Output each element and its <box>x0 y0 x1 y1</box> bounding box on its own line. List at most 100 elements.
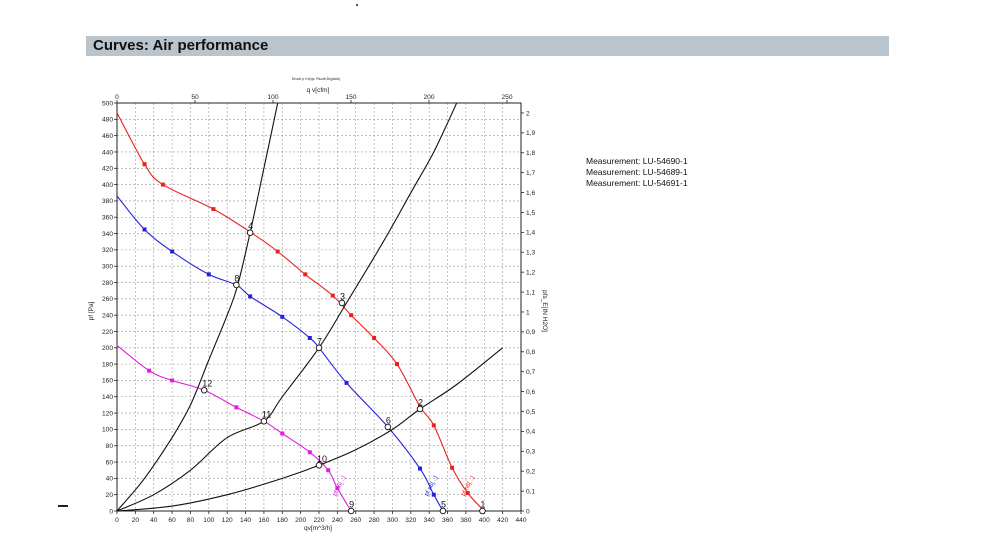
operating-point-label: 4 <box>248 221 253 231</box>
x-tick-label: 340 <box>424 517 435 524</box>
top-tick-label: 50 <box>191 94 199 101</box>
series-line-2 <box>116 195 444 512</box>
right-tick-label: 1,6 <box>526 190 535 197</box>
right-tick-label: 1,5 <box>526 210 535 217</box>
top-tick-label: 200 <box>423 94 434 101</box>
right-tick-label: 0,3 <box>526 449 535 456</box>
series-line-3 <box>116 344 352 512</box>
y-tick-label: 460 <box>102 133 113 140</box>
right-tick-label: 1,8 <box>526 150 535 157</box>
y-tick-label: 80 <box>106 443 114 450</box>
y-tick-label: 20 <box>106 492 114 499</box>
right-tick-label: 1,3 <box>526 250 535 257</box>
x-tick-label: 380 <box>460 517 471 524</box>
y-tick-label: 100 <box>102 427 113 434</box>
right-tick-label: 0 <box>526 508 530 515</box>
y-tick-label: 160 <box>102 378 113 385</box>
x-tick-label: 40 <box>150 517 158 524</box>
y-tick-label: 120 <box>102 410 113 417</box>
y-tick-label: 480 <box>102 117 113 124</box>
x-tick-label: 180 <box>277 517 288 524</box>
right-tick-label: 0,2 <box>526 468 535 475</box>
y-tick-label: 360 <box>102 215 113 222</box>
y-tick-label: 280 <box>102 280 113 287</box>
right-tick-label: 1,9 <box>526 130 535 137</box>
top-axis-label: q v[cfm] <box>307 87 330 94</box>
y-tick-label: 60 <box>106 459 114 466</box>
operating-point-label: 9 <box>349 500 354 510</box>
right-tick-label: 2 <box>526 110 530 117</box>
x-tick-label: 400 <box>479 517 490 524</box>
y-tick-label: 0 <box>109 508 113 515</box>
series-marker-2 <box>307 336 312 341</box>
x-tick-label: 0 <box>115 517 119 524</box>
series-marker-3 <box>280 431 285 436</box>
series-marker-1 <box>395 362 400 367</box>
y-tick-label: 200 <box>102 345 113 352</box>
operating-point-label: 11 <box>262 410 271 420</box>
x-tick-label: 200 <box>295 517 306 524</box>
chart-title: Druck p f=f(qv; Rsorti,Drgdvsl) <box>292 77 340 81</box>
x-tick-label: 360 <box>442 517 453 524</box>
series-marker-2 <box>170 249 175 254</box>
series-marker-1 <box>160 182 165 187</box>
x-tick-label: 20 <box>132 517 140 524</box>
right-tick-label: 0,8 <box>526 349 535 356</box>
x-tick-label: 100 <box>203 517 214 524</box>
y-tick-label: 320 <box>102 247 113 254</box>
x-tick-label: 120 <box>222 517 233 524</box>
top-tick-label: 150 <box>345 94 356 101</box>
series-marker-2 <box>248 294 253 299</box>
series-line-4 <box>116 102 279 512</box>
x-tick-label: 80 <box>187 517 195 524</box>
series-marker-3 <box>307 450 312 455</box>
y-tick-label: 40 <box>106 476 114 483</box>
y-axis-label: pf [Pa] <box>88 301 95 320</box>
operating-point-label: 8 <box>234 273 239 283</box>
y-tick-label: 260 <box>102 296 113 303</box>
series-marker-2 <box>431 492 436 497</box>
right-axis-label: pfs_E[IN H2O] <box>541 290 548 332</box>
series-marker-3 <box>234 405 239 410</box>
x-tick-label: 160 <box>258 517 269 524</box>
operating-point-label: 10 <box>317 454 327 464</box>
y-tick-label: 300 <box>102 264 113 271</box>
y-tick-label: 500 <box>102 100 113 107</box>
air-performance-chart: 0 20 40 60 80 100 120 140 160 180 200 220 240 260 280 3… <box>88 77 548 532</box>
right-tick-label: 1,1 <box>526 289 535 296</box>
operating-point-label: 3 <box>340 291 345 301</box>
series-marker-2 <box>206 272 211 277</box>
operating-point-label: 6 <box>386 415 391 425</box>
series-marker-3 <box>147 368 152 373</box>
y-tick-label: 240 <box>102 312 113 319</box>
x-axis-label: qv[m^3/h] <box>304 525 332 532</box>
x-tick-label: 140 <box>240 517 251 524</box>
series-marker-2 <box>142 227 147 232</box>
series-marker-3 <box>170 378 175 383</box>
x-tick-label: 280 <box>369 517 380 524</box>
x-tick-label: 60 <box>168 517 176 524</box>
series-marker-3 <box>326 468 331 473</box>
operating-point-label: 1 <box>480 500 485 510</box>
operating-point-label: 7 <box>317 336 322 346</box>
right-tick-label: 1,7 <box>526 170 535 177</box>
top-tick-label: 250 <box>501 94 512 101</box>
top-tick-label: 0 <box>115 94 119 101</box>
right-tick-label: 1,4 <box>526 230 535 237</box>
x-tick-label: 260 <box>350 517 361 524</box>
series-marker-1 <box>275 249 280 254</box>
y-tick-label: 420 <box>102 166 113 173</box>
series-marker-1 <box>303 272 308 277</box>
x-tick-label: 220 <box>313 517 324 524</box>
right-tick-label: 0,1 <box>526 488 535 495</box>
operating-point-label: 5 <box>441 500 446 510</box>
right-tick-label: 0,4 <box>526 429 535 436</box>
series-marker-2 <box>418 466 422 471</box>
operating-point-label: 12 <box>202 379 212 389</box>
y-tick-label: 220 <box>102 329 113 336</box>
x-tick-label: 440 <box>515 517 526 524</box>
series-layer: pf n6[...]pf n6[...]pf n6[...] <box>116 102 503 512</box>
series-marker-1 <box>142 162 147 167</box>
series-marker-1 <box>431 423 436 428</box>
operating-points-layer: 123456789101112 <box>200 221 486 515</box>
